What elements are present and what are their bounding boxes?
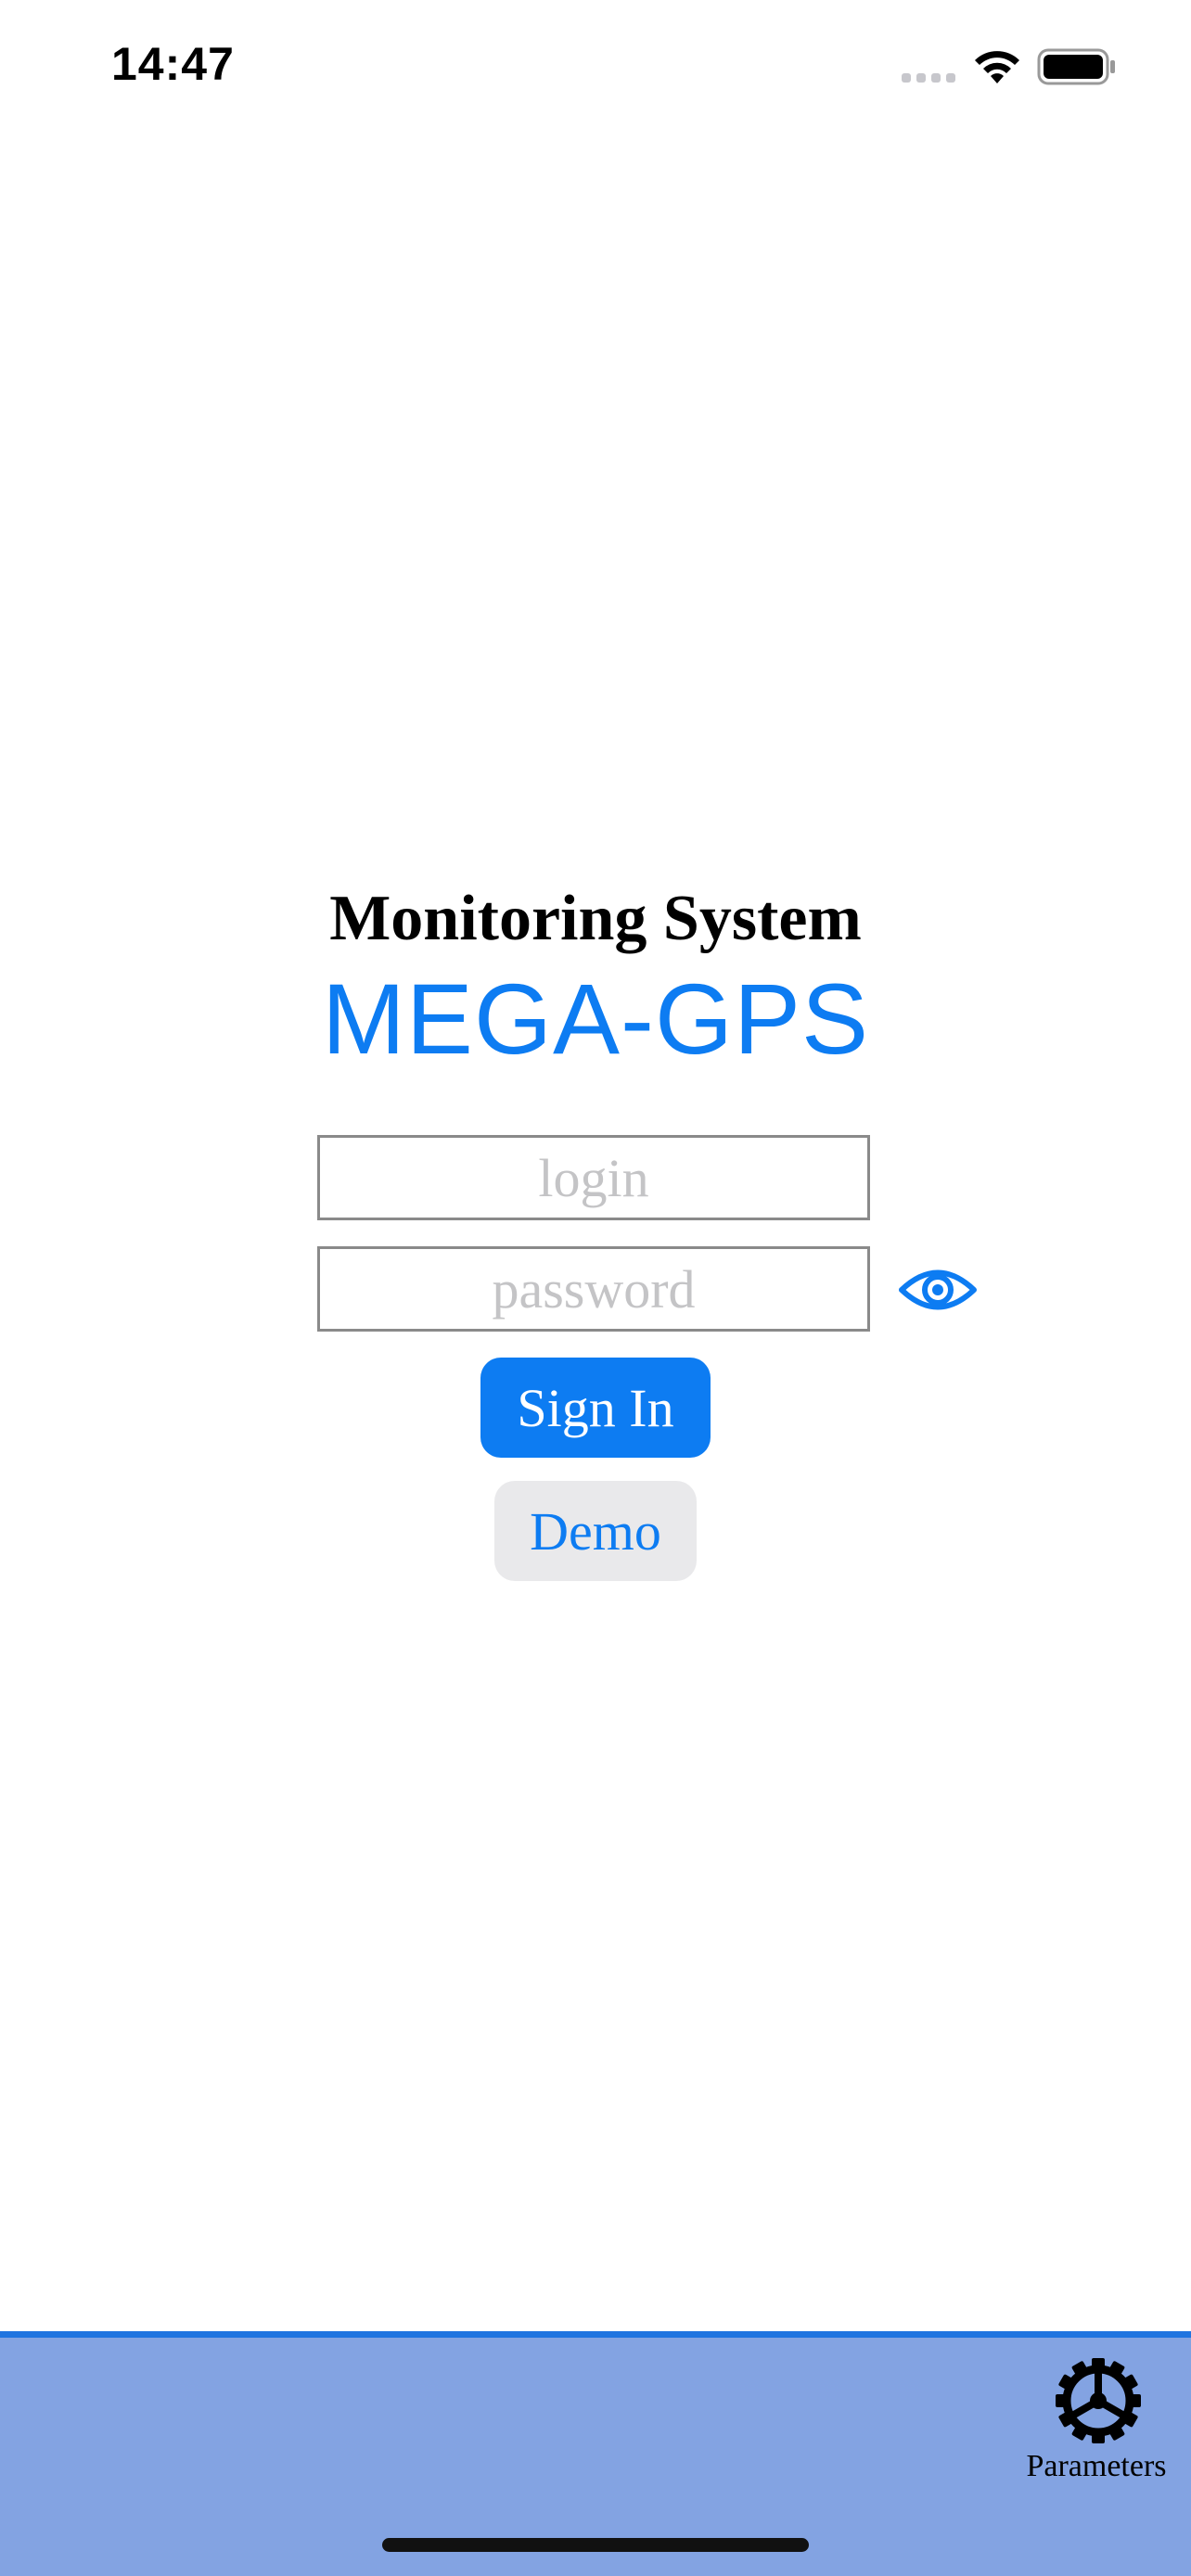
battery-icon — [1037, 48, 1115, 85]
gear-icon — [1056, 2358, 1141, 2443]
sign-in-button[interactable]: Sign In — [480, 1358, 711, 1458]
eye-icon[interactable] — [898, 1261, 978, 1319]
status-time: 14:47 — [111, 38, 235, 90]
cellular-signal-icon — [902, 73, 955, 83]
wifi-icon — [975, 51, 1019, 83]
tab-parameters-label: Parameters — [1026, 2449, 1167, 2483]
home-indicator — [382, 2538, 809, 2552]
login-input[interactable] — [317, 1135, 870, 1220]
brand-title: MEGA-GPS — [321, 963, 870, 1075]
demo-button[interactable]: Demo — [494, 1481, 697, 1581]
app-subtitle: Monitoring System — [329, 883, 862, 954]
password-input[interactable] — [317, 1246, 870, 1332]
status-bar: 14:47 — [0, 0, 1191, 134]
tab-parameters[interactable]: Parameters — [1013, 2338, 1180, 2505]
